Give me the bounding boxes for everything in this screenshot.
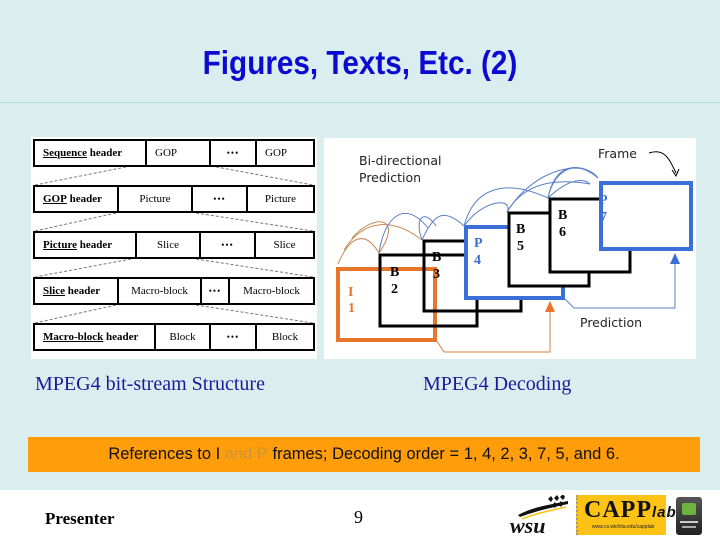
- frame-pointer-arrow: [648, 151, 680, 178]
- frame-i1-num: 1: [348, 301, 355, 316]
- prediction-label: Prediction: [580, 315, 643, 330]
- header-key: Macro-block: [43, 331, 104, 343]
- header-rest: header: [103, 331, 139, 343]
- frame-p7-num: 7: [600, 210, 607, 225]
- presenter-label: Presenter: [45, 509, 115, 528]
- block-cell: Block: [156, 325, 211, 349]
- ellipsis-cell: •••: [201, 233, 256, 257]
- banner-text-highlight: and P: [224, 445, 268, 463]
- frame-p4-type: P: [474, 236, 483, 251]
- ellipsis-cell: •••: [202, 279, 230, 303]
- bitstream-caption: MPEG4 bit-stream Structure: [35, 373, 265, 395]
- header-key: Slice: [43, 285, 65, 297]
- ellipsis-cell: •••: [211, 325, 257, 349]
- header-rest: header: [65, 285, 101, 297]
- decoding-order-banner: References to I and P frames; Decoding o…: [28, 437, 700, 472]
- header-key: Picture: [43, 239, 78, 251]
- gop-header-cell: GOP header: [35, 187, 119, 211]
- sequence-row: Sequence header GOP ••• GOP: [33, 139, 315, 167]
- picture-header-cell: Picture header: [35, 233, 137, 257]
- frame-b5-type: B: [516, 222, 526, 237]
- bidirectional-label-line1: Bi-directional: [359, 153, 442, 168]
- frame-b5-num: 5: [517, 239, 524, 254]
- bitstream-structure-figure: Sequence header GOP ••• GOP GOP header P…: [31, 137, 317, 359]
- frame-b3-num: 3: [433, 267, 440, 282]
- frame-p7-type: P: [599, 193, 608, 208]
- frame-b3-type: B: [432, 250, 442, 265]
- title-divider: [0, 102, 720, 103]
- macro-block-cell: Macro-block: [119, 279, 202, 303]
- header-rest: header: [77, 239, 113, 251]
- header-rest: header: [87, 147, 123, 159]
- slice-cell: Slice: [137, 233, 201, 257]
- block-cell: Block: [271, 331, 299, 343]
- ellipsis-cell: •••: [193, 187, 248, 211]
- gop-row: GOP header Picture ••• Picture: [33, 185, 315, 213]
- header-key: Sequence: [43, 147, 87, 159]
- decoding-caption: MPEG4 Decoding: [423, 373, 572, 395]
- slice-header-cell: Slice header: [35, 279, 119, 303]
- blue-arrowhead: [670, 253, 680, 264]
- banner-text-part3: frames; Decoding order = 1, 4, 2, 3, 7, …: [267, 445, 620, 463]
- slide-title: Figures, Texts, Etc. (2): [202, 44, 518, 81]
- macro-block-header-cell: Macro-block header: [35, 325, 156, 349]
- decoding-figure: Bi-directional Prediction Frame Predicti…: [324, 138, 696, 359]
- page-number: 9: [354, 507, 363, 527]
- ellipsis-cell: •••: [211, 141, 257, 165]
- slice-cell: Slice: [273, 239, 296, 251]
- orange-arrowhead: [545, 301, 555, 312]
- gop-cell: GOP: [147, 141, 211, 165]
- frame-label: Frame: [598, 146, 637, 161]
- header-key: GOP: [43, 193, 67, 205]
- capp-logo-text: CAPPlab: [584, 497, 677, 524]
- capp-suffix: lab: [651, 504, 677, 521]
- slice-row: Slice header Macro-block ••• Macro-block: [33, 277, 315, 305]
- frame-b6-type: B: [558, 208, 568, 223]
- picture-cell: Picture: [264, 193, 297, 205]
- header-rest: header: [66, 193, 102, 205]
- wsu-logo-icon: wsu: [510, 495, 568, 537]
- frame-b6-num: 6: [559, 225, 566, 240]
- macro-block-cell: Macro-block: [243, 285, 300, 297]
- banner-text-part1: References to I: [108, 445, 225, 463]
- bidirectional-label-line2: Prediction: [359, 170, 422, 185]
- capp-title: CAPP: [584, 497, 652, 523]
- frame-b2-type: B: [390, 265, 400, 280]
- frame-b2-num: 2: [391, 282, 398, 297]
- sequence-header-cell: Sequence header: [35, 141, 147, 165]
- capp-logo-subtext: www.cs.wichita.edu/capplab: [592, 524, 655, 530]
- picture-cell: Picture: [119, 187, 193, 211]
- nvidia-logo-icon: [676, 497, 702, 535]
- frame-p4-num: 4: [474, 253, 481, 268]
- gop-cell: GOP: [265, 147, 288, 159]
- macro-block-row: Macro-block header Block ••• Block: [33, 323, 315, 351]
- capp-lab-logo: CAPPlab www.cs.wichita.edu/capplab: [576, 495, 676, 535]
- picture-row: Picture header Slice ••• Slice: [33, 231, 315, 259]
